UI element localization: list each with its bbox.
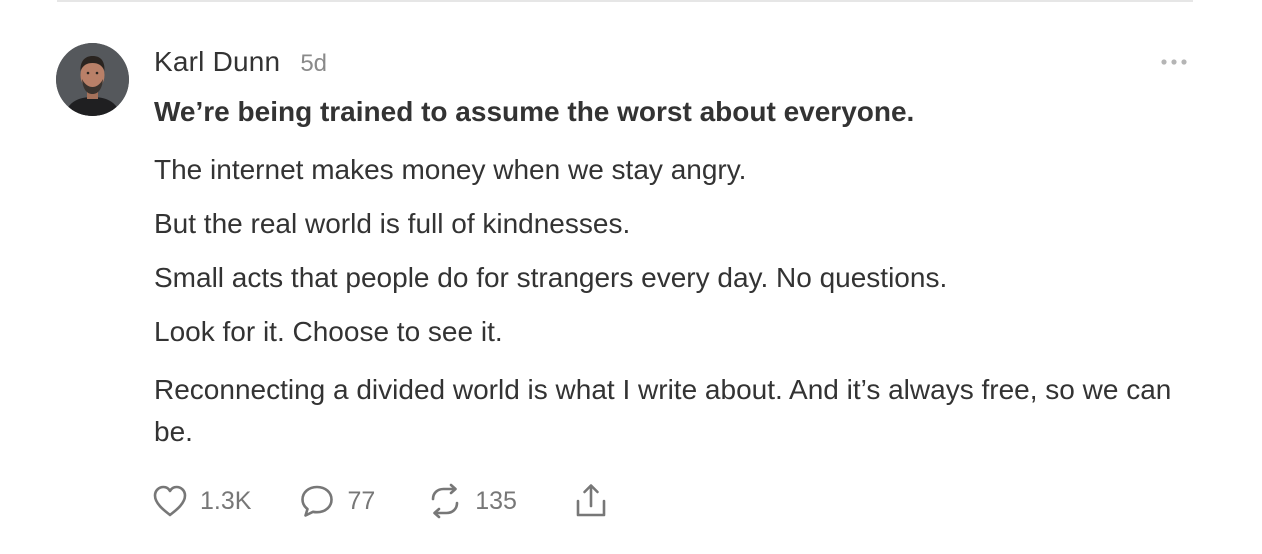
restack-button[interactable]: 135 (427, 483, 517, 519)
post-paragraph: Small acts that people do for strangers … (154, 262, 948, 293)
heart-icon (153, 485, 187, 517)
top-divider (57, 0, 1193, 2)
more-horizontal-icon (1161, 59, 1187, 65)
post-paragraph: Look for it. Choose to see it. (154, 316, 503, 347)
author-name[interactable]: Karl Dunn (154, 46, 280, 78)
share-button[interactable] (573, 482, 609, 520)
post-timestamp[interactable]: 5d (300, 50, 327, 78)
post-headline: We’re being trained to assume the worst … (154, 96, 915, 127)
restack-arrows-icon (431, 483, 459, 519)
post-paragraph: But the real world is full of kindnesses… (154, 208, 631, 239)
comment-count: 77 (347, 486, 376, 515)
post-actions: 1.3K 77 135 (152, 480, 609, 522)
more-options-button[interactable] (1156, 50, 1192, 74)
post-paragraph: The internet makes money when we stay an… (154, 154, 747, 185)
restack-count: 135 (475, 486, 517, 515)
avatar[interactable] (56, 43, 129, 116)
like-count: 1.3K (200, 486, 252, 515)
post-paragraph: Reconnecting a divided world is what I w… (154, 374, 1172, 447)
comment-bubble-icon (301, 485, 334, 517)
avatar-photo (56, 43, 129, 116)
post-body: We’re being trained to assume the worst … (154, 92, 1194, 453)
comment-button[interactable]: 77 (299, 483, 375, 519)
post-header: Karl Dunn 5d (154, 46, 327, 86)
like-button[interactable]: 1.3K (152, 484, 251, 518)
share-upload-icon (576, 484, 606, 517)
